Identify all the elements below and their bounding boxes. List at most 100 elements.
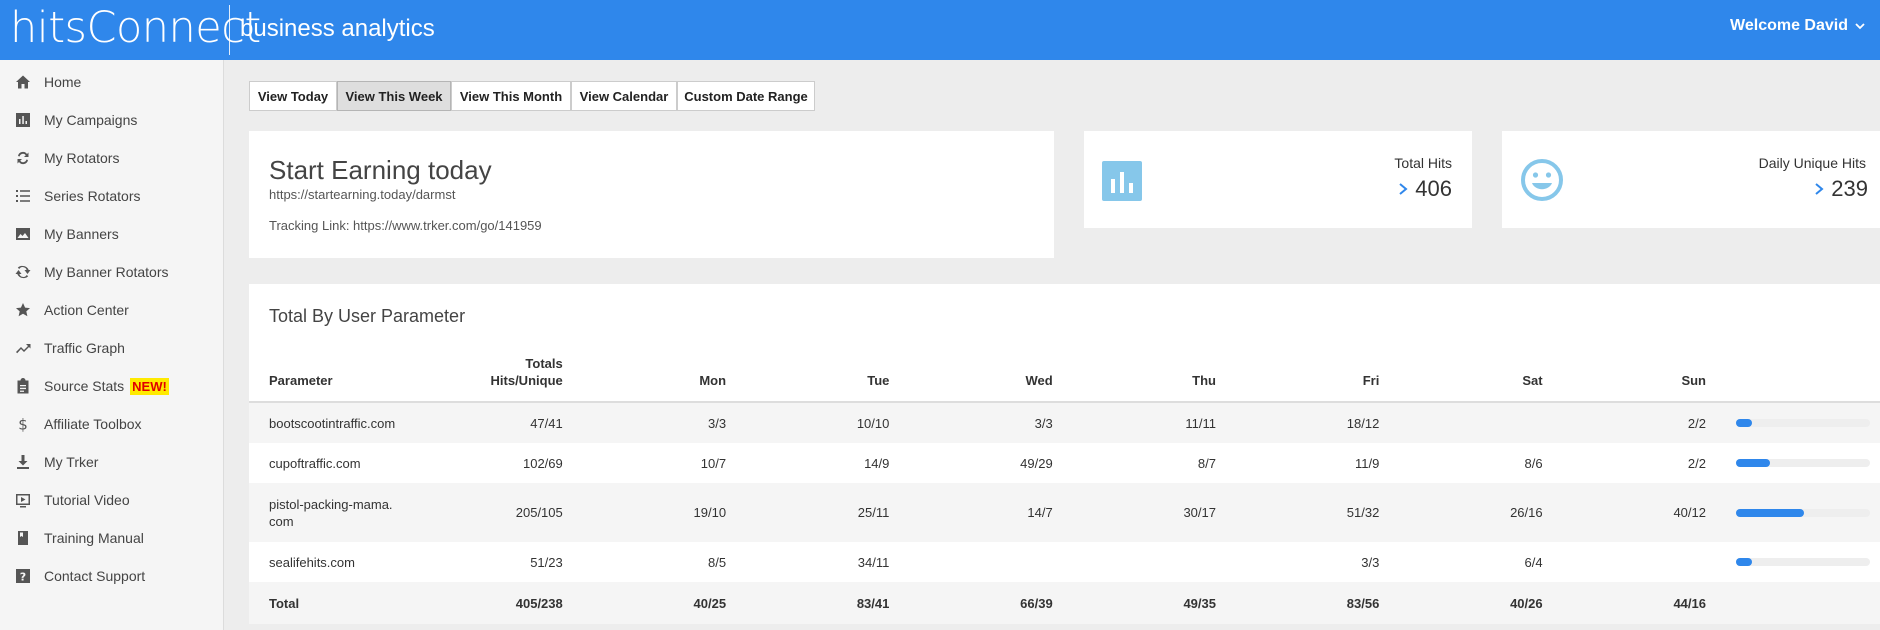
- cell-fri: 3/3: [1361, 554, 1380, 570]
- cell-wed: 66/39: [899, 582, 1063, 624]
- sidebar-item-training-manual[interactable]: Training Manual: [0, 520, 223, 556]
- header-parameter: Parameter: [249, 349, 406, 403]
- sidebar-item-affiliate-toolbox[interactable]: $ Affiliate Toolbox: [0, 406, 223, 442]
- cell-bar: [1716, 582, 1880, 624]
- sidebar-item-label: My Banner Rotators: [44, 264, 169, 280]
- sidebar-item-source-stats[interactable]: Source Stats NEW!: [0, 368, 223, 404]
- cell-parameter: cupoftraffic.com: [269, 455, 361, 471]
- home-icon: [14, 73, 32, 91]
- book-icon: [14, 529, 32, 547]
- sidebar-item-home[interactable]: Home: [0, 64, 223, 100]
- sidebar-item-label: Contact Support: [44, 568, 146, 584]
- sidebar-item-label: Series Rotators: [44, 188, 141, 204]
- image-icon: [14, 225, 32, 243]
- custom-date-range-button[interactable]: Custom Date Range: [677, 81, 815, 111]
- tracking-link[interactable]: Tracking Link: https://www.trker.com/go/…: [269, 218, 542, 233]
- new-badge: NEW!: [130, 377, 169, 395]
- cell-fri: 83/56: [1226, 582, 1390, 624]
- svg-text:$: $: [18, 416, 28, 432]
- view-today-button[interactable]: View Today: [249, 81, 337, 111]
- help-icon: ?: [14, 567, 32, 585]
- cell-sat: 40/26: [1389, 582, 1553, 624]
- cell-thu: 11/11: [1062, 402, 1226, 443]
- cell-wed: 3/3: [899, 402, 1063, 443]
- sidebar-item-contact-support[interactable]: ? Contact Support: [0, 558, 223, 594]
- sidebar-item-series-rotators[interactable]: Series Rotators: [0, 178, 223, 214]
- download-icon: [14, 453, 32, 471]
- share-bar-fill: [1736, 459, 1770, 467]
- cell-sat: [1389, 402, 1553, 443]
- cell-totals: 51/23: [530, 554, 563, 570]
- sidebar-item-my-trker[interactable]: My Trker: [0, 444, 223, 480]
- brand-divider: [229, 5, 230, 55]
- campaign-card: Start Earning today https://startearning…: [249, 131, 1054, 258]
- table-row: bootscootintraffic.com 47/41 3/3 10/10 3…: [249, 402, 1880, 443]
- welcome-text: Welcome David: [1730, 17, 1848, 34]
- view-calendar-button[interactable]: View Calendar: [571, 81, 677, 111]
- sidebar: Home My Campaigns My Rotators Series Rot…: [0, 60, 224, 630]
- app-subtitle: business analytics: [240, 15, 435, 42]
- user-menu[interactable]: Welcome David: [1730, 17, 1866, 35]
- cell-wed: [899, 542, 1062, 582]
- sidebar-item-my-banners[interactable]: My Banners: [0, 216, 223, 252]
- top-header: hitsConnect business analytics Welcome D…: [0, 0, 1880, 60]
- bar-chart-icon: [14, 111, 32, 129]
- sidebar-item-label: My Banners: [44, 226, 119, 242]
- cell-fri: 18/12: [1226, 402, 1390, 443]
- parameter-table: Parameter Totals Hits/Unique Mon Tue Wed…: [249, 349, 1880, 624]
- cell-parameter: pistol-packing-mama.com: [249, 483, 406, 542]
- cell-tue: 14/9: [864, 455, 890, 471]
- sidebar-item-label: Traffic Graph: [44, 340, 125, 356]
- view-this-week-button[interactable]: View This Week: [337, 81, 451, 111]
- share-bar-fill: [1736, 558, 1753, 566]
- share-bar: [1736, 419, 1870, 427]
- campaign-url[interactable]: https://startearning.today/darmst: [269, 187, 455, 202]
- sidebar-item-label: Tutorial Video: [44, 492, 130, 508]
- svg-text:?: ?: [20, 571, 26, 584]
- cell-sat: 8/6: [1524, 455, 1543, 471]
- cell-parameter: sealifehits.com: [269, 554, 355, 570]
- swap-icon: [14, 149, 32, 167]
- brand-logo[interactable]: hitsConnect: [10, 2, 261, 54]
- chevron-down-icon: [1855, 23, 1865, 30]
- sidebar-item-my-rotators[interactable]: My Rotators: [0, 140, 223, 176]
- header-fri: Fri: [1226, 349, 1390, 403]
- share-bar: [1736, 558, 1870, 566]
- cell-total-label: Total: [249, 582, 406, 624]
- sidebar-item-tutorial-video[interactable]: Tutorial Video: [0, 482, 223, 518]
- cell-thu: [1063, 542, 1226, 582]
- total-hits-card: Total Hits 406: [1084, 131, 1472, 228]
- total-hits-number: 406: [1415, 176, 1452, 201]
- share-bar-fill: [1736, 419, 1753, 427]
- sidebar-item-traffic-graph[interactable]: Traffic Graph: [0, 330, 223, 366]
- chevron-right-icon: [1815, 183, 1824, 195]
- trending-up-icon: [14, 339, 32, 357]
- cell-thu: 30/17: [1062, 483, 1226, 542]
- cell-totals: 405/238: [405, 582, 573, 624]
- cell-thu: 49/35: [1062, 582, 1226, 624]
- header-totals-line2: Hits/Unique: [490, 373, 563, 388]
- daily-unique-number: 239: [1831, 176, 1868, 201]
- cell-sun: 2/2: [1687, 455, 1706, 471]
- sidebar-item-action-center[interactable]: Action Center: [0, 292, 223, 328]
- cell-thu: 8/7: [1197, 455, 1216, 471]
- cell-tue: 10/10: [736, 402, 900, 443]
- cell-tue: 34/11: [857, 554, 890, 570]
- share-bar: [1736, 508, 1870, 517]
- header-wed: Wed: [899, 349, 1063, 403]
- sidebar-item-label: Action Center: [44, 302, 129, 318]
- view-this-month-button[interactable]: View This Month: [451, 81, 571, 111]
- daily-unique-label: Daily Unique Hits: [1758, 155, 1866, 171]
- cell-mon: 8/5: [707, 554, 727, 570]
- sidebar-item-my-banner-rotators[interactable]: My Banner Rotators: [0, 254, 223, 290]
- cell-sun: [1553, 542, 1716, 582]
- header-thu: Thu: [1062, 349, 1226, 403]
- sidebar-item-label: Home: [44, 74, 82, 90]
- cell-mon: 3/3: [572, 402, 737, 443]
- cell-bar: [1716, 483, 1880, 542]
- sidebar-item-my-campaigns[interactable]: My Campaigns: [0, 102, 223, 138]
- total-hits-label: Total Hits: [1394, 155, 1452, 171]
- cell-bar: [1716, 443, 1880, 483]
- header-mon: Mon: [572, 349, 737, 403]
- cell-totals: 205/105: [405, 483, 573, 542]
